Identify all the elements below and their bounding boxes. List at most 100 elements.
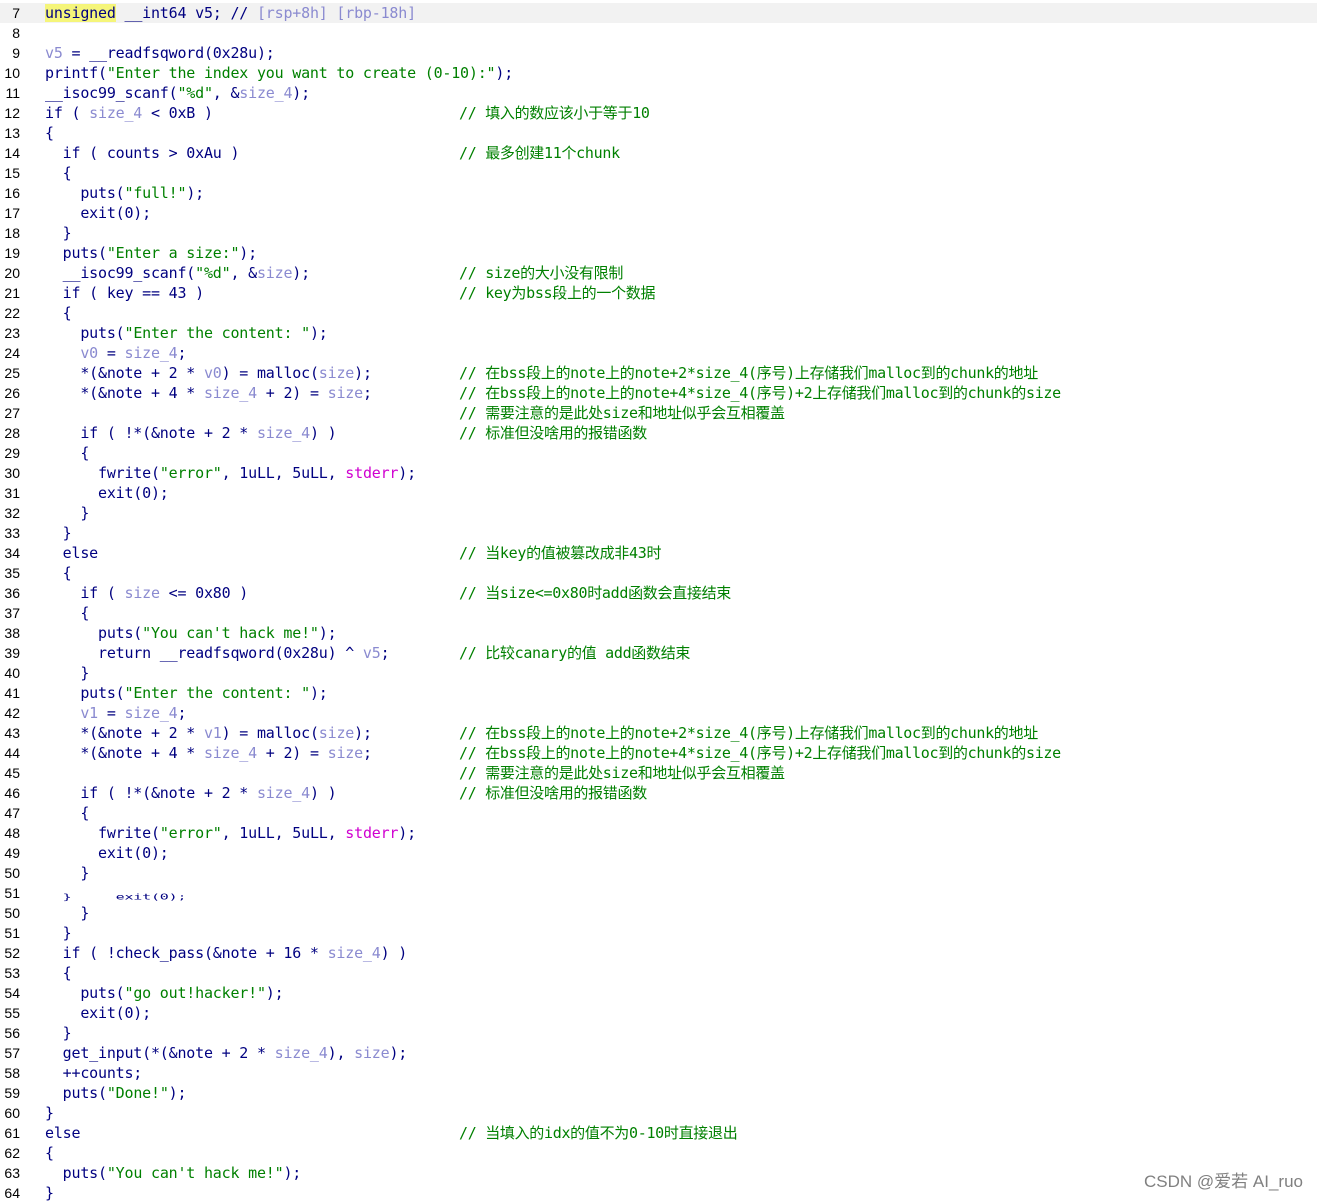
code-line[interactable]: 60} <box>0 1103 1317 1123</box>
code-line[interactable]: 17 exit(0); <box>0 203 1317 223</box>
code-line[interactable]: 35 { <box>0 563 1317 583</box>
line-number: 49 <box>4 845 20 861</box>
code-line[interactable]: 29 { <box>0 443 1317 463</box>
code-line[interactable]: 34 else // 当key的值被篡改成非43时 <box>0 543 1317 563</box>
code-token: + 2) = <box>256 744 328 762</box>
line-number: 15 <box>4 165 20 181</box>
line-number: 39 <box>4 645 20 661</box>
code-line[interactable]: 32 } <box>0 503 1317 523</box>
code-line[interactable]: 33 } <box>0 523 1317 543</box>
line-number: 30 <box>4 465 20 481</box>
code-line[interactable]: 46 if ( !*(&note + 2 * size_4) ) // 标准但没啥… <box>0 783 1317 803</box>
code-line[interactable]: 7 unsigned __int64 v5; // [rsp+8h] [rbp-1… <box>0 3 1317 23</box>
code-line[interactable]: 56 } <box>0 1023 1317 1043</box>
code-line[interactable]: 27 // 需要注意的是此处size和地址似乎会互相覆盖 <box>0 403 1317 423</box>
line-number: 63 <box>4 1165 20 1181</box>
code-token: printf( <box>45 64 107 82</box>
code-line[interactable]: 50 } <box>0 903 1317 923</box>
code-line[interactable]: 62 { <box>0 1143 1317 1163</box>
code-text: } <box>45 923 72 943</box>
code-line[interactable]: 21 if ( key == 43 ) // key为bss段上的一个数据 <box>0 283 1317 303</box>
code-line[interactable]: 38 puts("You can't hack me!"); <box>0 623 1317 643</box>
code-line[interactable]: 50 } <box>0 863 1317 883</box>
code-line[interactable]: 11 __isoc99_scanf("%d", &size_4); <box>0 83 1317 103</box>
code-token: ); <box>292 264 310 282</box>
code-text: { <box>45 963 72 983</box>
line-number: 42 <box>4 705 20 721</box>
code-line[interactable]: 49 exit(0); <box>0 843 1317 863</box>
code-text: v1 = size_4; <box>45 703 186 723</box>
code-line[interactable]: 23 puts("Enter the content: "); <box>0 323 1317 343</box>
code-line[interactable]: 19 puts("Enter a size:"); <box>0 243 1317 263</box>
line-number: 57 <box>4 1045 20 1061</box>
code-line[interactable]: 22 { <box>0 303 1317 323</box>
code-line[interactable]: 9 v5 = __readfsqword(0x28u); <box>0 43 1317 63</box>
csdn-watermark: CSDN @爱若 AI_ruo <box>1144 1172 1303 1191</box>
code-line[interactable]: 51 } exit(0); <box>0 883 1317 903</box>
code-line[interactable]: 12 if ( size_4 < 0xB ) // 填入的数应该小于等于10 <box>0 103 1317 123</box>
code-line[interactable]: 58 ++counts; <box>0 1063 1317 1083</box>
line-number: 54 <box>4 985 20 1001</box>
code-line[interactable]: 15 { <box>0 163 1317 183</box>
line-number: 16 <box>4 185 20 201</box>
code-line[interactable]: 39 return __readfsqword(0x28u) ^ v5; // 比… <box>0 643 1317 663</box>
line-number: 35 <box>4 565 20 581</box>
code-token: ); <box>168 1084 187 1102</box>
code-line[interactable]: 43 *(&note + 2 * v1) = malloc(size); // 在… <box>0 723 1317 743</box>
code-token: } <box>45 1184 54 1202</box>
code-text: unsigned __int64 v5; // [rsp+8h] [rbp-18… <box>45 3 416 23</box>
code-line[interactable]: 37 { <box>0 603 1317 623</box>
code-token: ); <box>495 64 514 82</box>
code-line[interactable]: 55 exit(0); <box>0 1003 1317 1023</box>
line-number: 44 <box>4 745 20 761</box>
code-line[interactable]: 41 puts("Enter the content: "); <box>0 683 1317 703</box>
code-line[interactable]: 14 if ( counts > 0xAu ) // 最多创建11个chunk <box>0 143 1317 163</box>
code-line[interactable]: 48 fwrite("error", 1uLL, 5uLL, stderr); <box>0 823 1317 843</box>
code-token: { <box>45 444 90 462</box>
code-line[interactable]: 28 if ( !*(&note + 2 * size_4) ) // 标准但没啥… <box>0 423 1317 443</box>
code-token: size_4 <box>274 1044 328 1062</box>
code-line[interactable]: 26 *(&note + 4 * size_4 + 2) = size; // 在… <box>0 383 1317 403</box>
code-token: fwrite( <box>45 824 160 842</box>
code-line[interactable]: 52 if ( !check_pass(&note + 16 * size_4)… <box>0 943 1317 963</box>
code-line[interactable]: 61 else // 当填入的idx的值不为0-10时直接退出 <box>0 1123 1317 1143</box>
code-line[interactable]: 30 fwrite("error", 1uLL, 5uLL, stderr); <box>0 463 1317 483</box>
code-line[interactable]: 8 <box>0 23 1317 43</box>
code-line[interactable]: 59 puts("Done!"); <box>0 1083 1317 1103</box>
code-line[interactable]: 54 puts("go out!hacker!"); <box>0 983 1317 1003</box>
code-line[interactable]: 57 get_input(*(&note + 2 * size_4), size… <box>0 1043 1317 1063</box>
code-line[interactable]: 40 } <box>0 663 1317 683</box>
code-token: size_4 <box>124 344 178 362</box>
code-line[interactable]: 45 // 需要注意的是此处size和地址似乎会互相覆盖 <box>0 763 1317 783</box>
code-text: ++counts; <box>45 1063 143 1083</box>
code-line[interactable]: 47 { <box>0 803 1317 823</box>
code-line[interactable]: 10 printf("Enter the index you want to cr… <box>0 63 1317 83</box>
code-line[interactable]: 31 exit(0); <box>0 483 1317 503</box>
code-token: "error" <box>159 464 222 482</box>
code-line[interactable]: 36 if ( size <= 0x80 ) // 当size<=0x80时add… <box>0 583 1317 603</box>
code-line[interactable]: 24 v0 = size_4; <box>0 343 1317 363</box>
code-token: size_4 <box>124 704 178 722</box>
line-number: 62 <box>4 1145 20 1161</box>
code-text: exit(0); <box>45 203 151 223</box>
code-line[interactable]: 51 } <box>0 923 1317 943</box>
code-line[interactable]: 42 v1 = size_4; <box>0 703 1317 723</box>
code-token: ); <box>239 244 257 262</box>
code-token: ) = malloc( <box>221 364 319 382</box>
code-line[interactable]: 25 *(&note + 2 * v0) = malloc(size); // 在… <box>0 363 1317 383</box>
code-line[interactable]: 64} <box>0 1183 1317 1203</box>
code-line[interactable]: 44 *(&note + 4 * size_4 + 2) = size; // 在… <box>0 743 1317 763</box>
pseudocode-editor[interactable]: 7 unsigned __int64 v5; // [rsp+8h] [rbp-1… <box>0 3 1317 1203</box>
code-line[interactable]: 18 } <box>0 223 1317 243</box>
code-token: { <box>45 1144 54 1162</box>
code-line[interactable]: 16 puts("full!"); <box>0 183 1317 203</box>
code-text: puts("Enter a size:"); <box>45 243 258 263</box>
code-token: size_4 <box>239 84 293 102</box>
code-token: ), <box>327 1044 355 1062</box>
code-token: { <box>45 124 54 142</box>
line-number: 40 <box>4 665 20 681</box>
code-line[interactable]: 63 puts("You can't hack me!"); <box>0 1163 1317 1183</box>
code-line[interactable]: 20 __isoc99_scanf("%d", &size); // size的大… <box>0 263 1317 283</box>
code-line[interactable]: 53 { <box>0 963 1317 983</box>
code-line[interactable]: 13 { <box>0 123 1317 143</box>
